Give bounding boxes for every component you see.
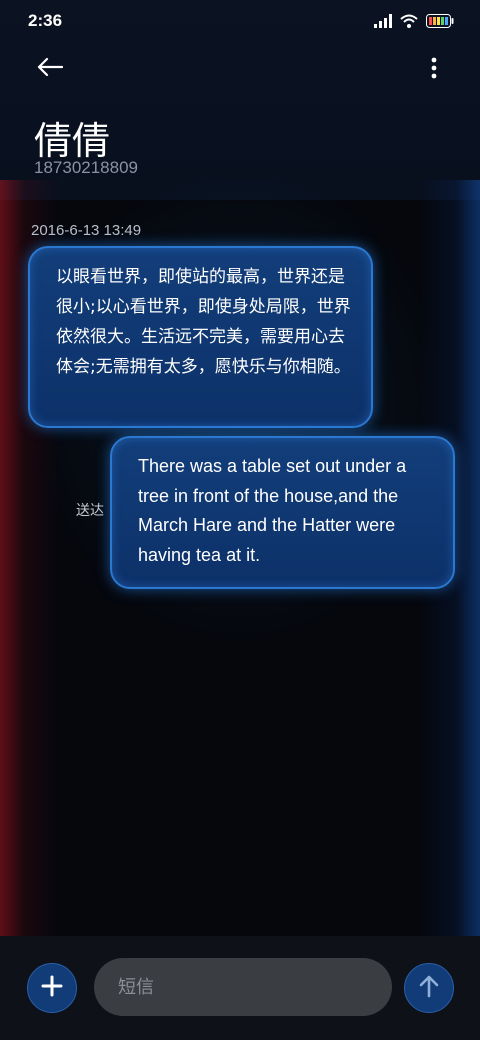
- status-time: 2:36: [28, 11, 63, 30]
- arrow-up-icon: [418, 974, 440, 1002]
- status-icons: [374, 13, 454, 32]
- arrow-left-icon: [37, 57, 64, 81]
- contact-number: 18730218809: [34, 158, 139, 177]
- plus-icon: [41, 975, 63, 1001]
- add-attachment-button[interactable]: [27, 963, 77, 1013]
- message-timestamp: 2016-6-13 13:49: [31, 222, 142, 239]
- delivery-status: 送达: [76, 503, 104, 519]
- back-button[interactable]: [30, 52, 70, 86]
- message-input[interactable]: [94, 958, 392, 1016]
- more-options-button[interactable]: [422, 56, 446, 84]
- message-text: There was a table set out under a tree i…: [138, 456, 407, 565]
- battery-icon: [426, 13, 454, 32]
- more-vertical-icon: [431, 57, 437, 83]
- contact-name: 倩倩: [34, 119, 111, 163]
- signal-icon: [374, 13, 392, 32]
- outgoing-message-bubble[interactable]: There was a table set out under a tree i…: [110, 436, 455, 589]
- message-text: 以眼看世界，即使站的最高，世界还是很小;以心看世界，即使身处局限，世界依然很大。…: [56, 267, 351, 377]
- incoming-message-bubble[interactable]: 以眼看世界，即使站的最高，世界还是很小;以心看世界，即使身处局限，世界依然很大。…: [28, 246, 373, 428]
- send-button[interactable]: [404, 963, 454, 1013]
- wifi-icon: [400, 13, 418, 32]
- status-bar: 2:36: [0, 0, 480, 42]
